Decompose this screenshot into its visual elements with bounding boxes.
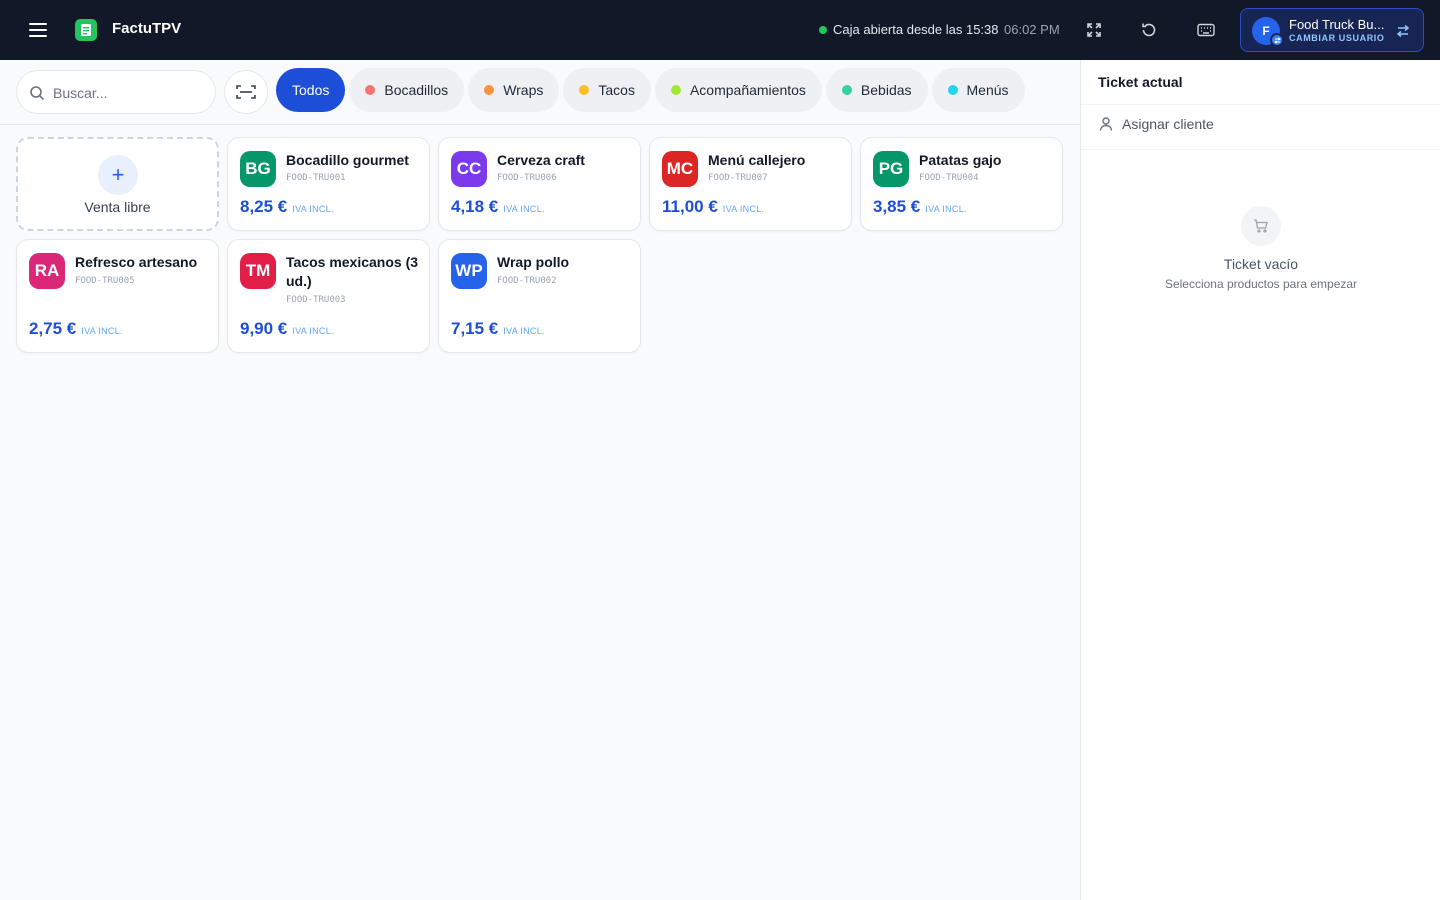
product-name: Menú callejero	[708, 152, 806, 168]
app-title: FactuTPV	[112, 20, 182, 37]
product-code: FOOD-TRU001	[286, 173, 346, 183]
product-avatar: PG	[873, 151, 909, 187]
status-dot-icon	[819, 25, 827, 34]
ticket-panel: Ticket actual Asignar cliente Ticket vac…	[1080, 60, 1440, 900]
product-code: FOOD-TRU007	[708, 173, 768, 183]
category-dot-icon	[365, 85, 376, 95]
search-input[interactable]	[53, 81, 203, 105]
tax-label: IVA INCL.	[292, 326, 334, 336]
category-tab-acompanamientos[interactable]: Acompañamientos	[654, 68, 822, 112]
user-switch-button[interactable]: F Food Truck Bu... CAMBIAR USUARIO	[1240, 8, 1424, 52]
product-price: 4,18 €	[451, 197, 499, 216]
product-card[interactable]: TM Tacos mexicanos (3 ud.) FOOD-TRU003 9…	[227, 239, 430, 353]
status-text: Caja abierta desde las 15:38	[833, 22, 999, 37]
product-card[interactable]: BG Bocadillo gourmet FOOD-TRU001 8,25 € I…	[227, 137, 430, 231]
category-tabs: Todos Bocadillos Wraps Tacos Acompañamientos…	[276, 68, 1056, 114]
category-dot-icon	[579, 85, 590, 95]
menu-icon[interactable]	[24, 18, 52, 42]
product-code: FOOD-TRU005	[75, 276, 135, 286]
product-card[interactable]: RA Refresco artesano FOOD-TRU005 2,75 € I…	[16, 239, 219, 353]
assign-client-button[interactable]: Asignar cliente	[1098, 116, 1214, 132]
free-sale-button[interactable]: + Venta libre	[16, 137, 219, 231]
plus-icon: +	[98, 155, 138, 195]
divider	[1081, 149, 1440, 150]
clock: 06:02 PM	[1004, 22, 1060, 37]
top-bar: FactuTPV Caja abierta desde las 15:38 06…	[0, 0, 1440, 60]
switch-badge-icon	[1270, 33, 1284, 47]
tax-label: IVA INCL.	[503, 204, 545, 214]
product-price: 11,00 €	[662, 197, 718, 216]
product-code: FOOD-TRU006	[497, 173, 557, 183]
product-card[interactable]: MC Menú callejero FOOD-TRU007 11,00 € IVA…	[649, 137, 852, 231]
search-icon	[30, 86, 45, 101]
app-logo-icon	[75, 19, 97, 41]
category-tab-bocadillos[interactable]: Bocadillos	[349, 68, 465, 112]
scan-icon	[236, 85, 256, 99]
assign-client-label: Asignar cliente	[1122, 116, 1214, 132]
keyboard-icon[interactable]	[1194, 18, 1218, 42]
search-box	[16, 70, 216, 114]
category-tab-wraps[interactable]: Wraps	[468, 68, 560, 112]
swap-arrows-icon	[1396, 24, 1410, 38]
category-tab-menus[interactable]: Menús	[931, 68, 1025, 112]
fullscreen-icon[interactable]	[1082, 18, 1106, 42]
category-dot-icon	[947, 85, 958, 95]
product-card[interactable]: WP Wrap pollo FOOD-TRU002 7,15 € IVA INCL…	[438, 239, 641, 353]
user-name: Food Truck Bu...	[1289, 17, 1385, 32]
product-avatar: TM	[240, 253, 276, 289]
product-avatar: RA	[29, 253, 65, 289]
product-price: 8,25 €	[240, 197, 288, 216]
tax-label: IVA INCL.	[925, 204, 967, 214]
product-price: 9,90 €	[240, 319, 288, 338]
empty-ticket-subtitle: Selecciona productos para empezar	[1164, 277, 1358, 291]
tax-label: IVA INCL.	[81, 326, 123, 336]
product-avatar: BG	[240, 151, 276, 187]
user-icon	[1099, 117, 1113, 131]
product-avatar: WP	[451, 253, 487, 289]
category-tab-bebidas[interactable]: Bebidas	[825, 68, 928, 112]
product-code: FOOD-TRU004	[919, 173, 979, 183]
tax-label: IVA INCL.	[722, 204, 765, 214]
free-sale-label: Venta libre	[84, 199, 151, 215]
ticket-title: Ticket actual	[1098, 74, 1183, 90]
tax-label: IVA INCL.	[292, 204, 334, 214]
divider	[1081, 104, 1440, 105]
category-tab-todos[interactable]: Todos	[276, 68, 346, 112]
product-code: FOOD-TRU003	[286, 295, 346, 305]
category-dot-icon	[670, 85, 681, 95]
product-card[interactable]: CC Cerveza craft FOOD-TRU006 4,18 € IVA I…	[438, 137, 641, 231]
cart-icon	[1241, 206, 1281, 246]
barcode-scan-button[interactable]	[224, 70, 268, 114]
product-price: 7,15 €	[451, 319, 499, 338]
category-dot-icon	[841, 85, 852, 95]
switch-user-label: CAMBIAR USUARIO	[1289, 33, 1385, 43]
divider	[0, 124, 1080, 125]
product-code: FOOD-TRU002	[497, 276, 557, 286]
product-price: 2,75 €	[29, 319, 77, 338]
product-avatar: MC	[662, 151, 698, 187]
product-name: Bocadillo gourmet	[286, 152, 409, 168]
product-avatar: CC	[451, 151, 487, 187]
product-card[interactable]: PG Patatas gajo FOOD-TRU004 3,85 € IVA IN…	[860, 137, 1063, 231]
avatar: F	[1252, 17, 1284, 47]
product-name: Patatas gajo	[919, 152, 1002, 168]
product-price: 3,85 €	[873, 197, 921, 216]
product-name: Wrap pollo	[497, 254, 570, 270]
category-dot-icon	[484, 85, 495, 95]
product-name: Cerveza craft	[497, 152, 585, 168]
empty-ticket-title: Ticket vacío	[1223, 256, 1299, 272]
cash-register-status: Caja abierta desde las 15:38	[819, 22, 999, 37]
product-name: Refresco artesano	[75, 254, 198, 270]
product-name: Tacos mexicanos (3 ud.)	[286, 254, 419, 289]
category-tab-tacos[interactable]: Tacos	[563, 68, 651, 112]
tax-label: IVA INCL.	[503, 326, 545, 336]
refresh-icon[interactable]	[1137, 18, 1161, 42]
